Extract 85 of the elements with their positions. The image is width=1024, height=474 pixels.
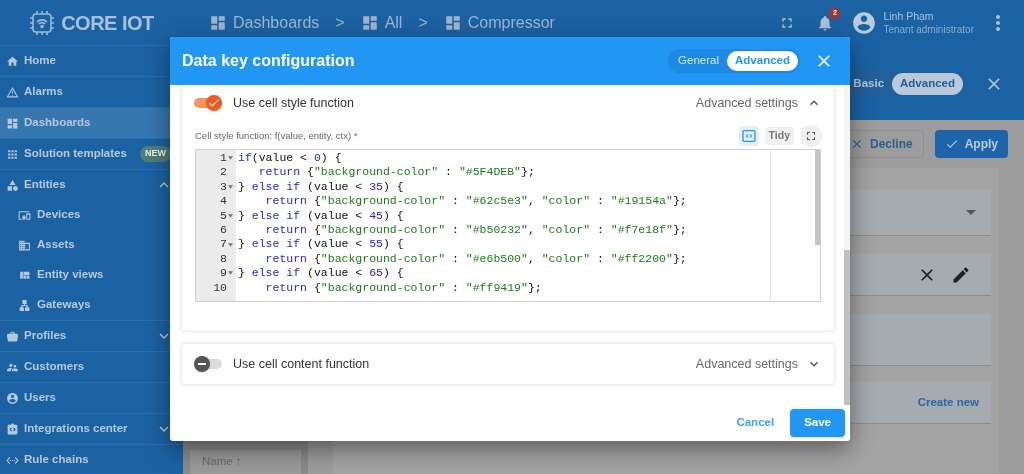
- line-number: 10: [213, 280, 227, 295]
- toggle-label: Use cell style function: [233, 94, 354, 112]
- scrollbar-thumb[interactable]: [844, 250, 850, 405]
- line-number: 2: [220, 165, 227, 180]
- code-line: } else if (value < 35) {: [238, 179, 405, 195]
- dashboard-icon: [209, 13, 227, 32]
- code-icon: [740, 128, 757, 144]
- pencil-icon: [951, 264, 971, 285]
- create-new-link[interactable]: Create new: [917, 393, 979, 412]
- fullscreen-icon: [804, 129, 818, 143]
- home-icon: [6, 54, 19, 68]
- code-line: return {"background-color" : "#ff9419"};: [264, 280, 543, 295]
- grid-icon: [6, 147, 19, 161]
- warning-icon: [6, 85, 19, 99]
- breadcrumb-separator: >: [335, 12, 345, 33]
- fold-icon[interactable]: [228, 156, 233, 161]
- toggle-label: Use cell content function: [233, 355, 370, 373]
- fold-icon[interactable]: [228, 184, 233, 189]
- code-line: } else if (value < 45) {: [238, 208, 405, 223]
- sidebar-subitem[interactable]: Entity views: [0, 260, 183, 290]
- dialog-title: Data key configuration: [182, 51, 355, 71]
- more-icon: [996, 14, 1000, 31]
- check-icon: [944, 137, 959, 151]
- dialog-tab[interactable]: Advanced: [727, 51, 798, 71]
- avatar-icon: [851, 9, 878, 36]
- mode-tab[interactable]: Advanced: [892, 72, 963, 95]
- breadcrumb-link[interactable]: Dashboards: [209, 10, 320, 35]
- shapes-icon: [6, 178, 19, 192]
- sidebar-subitem[interactable]: Assets: [0, 230, 183, 260]
- sidebar-subitem[interactable]: Devices: [0, 200, 183, 230]
- breadcrumb-separator: >: [418, 12, 428, 33]
- building-icon: [18, 238, 31, 252]
- clipboard-icon: [6, 422, 19, 436]
- briefcase-icon: [6, 329, 19, 343]
- line-number: 9: [220, 266, 227, 281]
- caret-icon: [966, 210, 976, 215]
- code-editor[interactable]: [195, 149, 821, 302]
- line-number: 8: [220, 251, 227, 267]
- user-role: Tenant administrator: [883, 22, 974, 37]
- fold-icon[interactable]: [228, 271, 233, 276]
- breadcrumb-link[interactable]: Compressor: [443, 10, 555, 35]
- code-view-button[interactable]: [738, 126, 759, 146]
- line-number: 1: [220, 151, 227, 166]
- apply-button[interactable]: Apply: [934, 130, 1008, 158]
- cancel-button[interactable]: Cancel: [734, 414, 777, 432]
- code-line: return {"background-color" : "#62c5e3", "color" : "#19154a"};: [264, 194, 688, 209]
- fold-icon[interactable]: [228, 213, 233, 218]
- tidy-button[interactable]: Tidy: [764, 127, 794, 145]
- dashboard-icon: [443, 13, 462, 32]
- new-badge: NEW: [140, 146, 171, 162]
- code-line: return {"background-color" : "#e6b500", "color" : "#ff2200"};: [264, 251, 688, 267]
- line-number: 5: [220, 208, 227, 223]
- line-number: 6: [220, 222, 227, 238]
- logo-icon: [29, 9, 56, 36]
- toggle-switch[interactable]: [194, 356, 222, 372]
- fullscreen-button[interactable]: [800, 125, 822, 147]
- scrollbar-thumb[interactable]: [815, 150, 820, 245]
- code-line: return {"background-color" : "#5F4DEB"};: [257, 165, 536, 180]
- toggle-switch[interactable]: [194, 95, 222, 111]
- dialog-tab[interactable]: General: [670, 51, 728, 71]
- line-number: 7: [220, 237, 227, 252]
- check-icon: [209, 99, 219, 107]
- breadcrumb-link[interactable]: All: [360, 10, 403, 35]
- logo-text: CORE IOT: [61, 10, 154, 36]
- network-icon: [18, 298, 31, 312]
- dashboard-icon: [6, 116, 19, 130]
- minus-icon: [198, 363, 206, 365]
- code-line: } else if (value < 65) {: [238, 266, 405, 281]
- advanced-settings-toggle[interactable]: Advanced settings: [695, 354, 822, 374]
- devices-icon: [18, 208, 31, 222]
- code-line: if(value < 0) {: [238, 151, 343, 166]
- mode-tab[interactable]: Basic: [845, 72, 893, 95]
- fold-icon[interactable]: [228, 242, 233, 247]
- sidebar-subitem[interactable]: Gateways: [0, 290, 183, 320]
- dashboard-icon: [360, 13, 379, 32]
- account-icon: [6, 391, 19, 405]
- line-number: 3: [220, 179, 227, 195]
- editor-label: Cell style function: f(value, entity, ctx) *: [195, 128, 358, 143]
- code-line: return {"background-color" : "#b50232", "color" : "#f7e18f"};: [264, 222, 688, 238]
- line-number: 4: [220, 194, 227, 209]
- code-line: } else if (value < 55) {: [238, 237, 405, 252]
- edit-button[interactable]: [951, 264, 971, 285]
- advanced-settings-toggle[interactable]: Advanced settings: [695, 93, 822, 113]
- user-name: Linh Phạm: [883, 8, 935, 23]
- save-button[interactable]: Save: [790, 409, 845, 437]
